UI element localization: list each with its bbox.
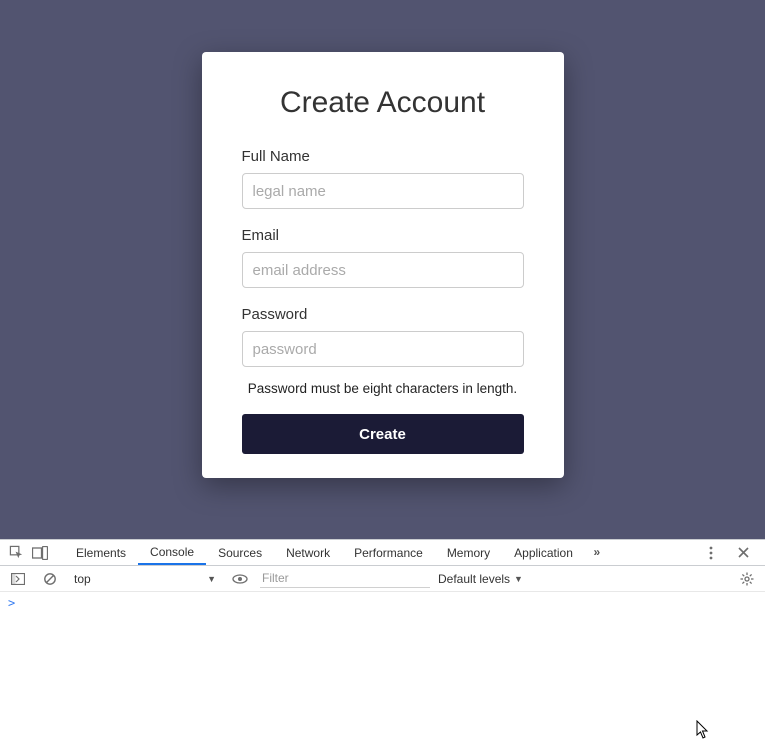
console-prompt-icon: >: [8, 596, 15, 610]
console-filter-input[interactable]: [260, 570, 430, 588]
clear-console-icon[interactable]: [38, 567, 62, 591]
app-viewport: Create Account Full Name Email Password …: [0, 0, 765, 539]
console-output[interactable]: >: [0, 592, 765, 614]
devtools-panel: Elements Console Sources Network Perform…: [0, 539, 765, 752]
chevron-down-icon: ▼: [207, 574, 216, 584]
more-tabs-icon[interactable]: »: [585, 540, 609, 564]
console-sidebar-toggle-icon[interactable]: [6, 567, 30, 591]
create-account-card: Create Account Full Name Email Password …: [202, 52, 564, 478]
devtools-tabs: Elements Console Sources Network Perform…: [64, 540, 699, 565]
tab-application[interactable]: Application: [502, 540, 585, 565]
password-label: Password: [242, 306, 524, 323]
console-toolbar: top ▼ Default levels ▼: [0, 566, 765, 592]
close-devtools-icon[interactable]: [731, 541, 755, 565]
fullname-field: Full Name: [242, 148, 524, 209]
tab-network[interactable]: Network: [274, 540, 342, 565]
tab-memory[interactable]: Memory: [435, 540, 502, 565]
chevron-down-icon: ▼: [514, 574, 523, 584]
console-settings-icon[interactable]: [735, 567, 759, 591]
email-field: Email: [242, 227, 524, 288]
device-toolbar-icon[interactable]: [28, 541, 52, 565]
log-levels-select[interactable]: Default levels ▼: [438, 572, 523, 586]
tab-performance[interactable]: Performance: [342, 540, 435, 565]
kebab-menu-icon[interactable]: [699, 541, 723, 565]
devtools-tabbar-right: [699, 541, 761, 565]
fullname-input[interactable]: [242, 173, 524, 209]
email-label: Email: [242, 227, 524, 244]
password-hint: Password must be eight characters in len…: [242, 381, 524, 396]
fullname-label: Full Name: [242, 148, 524, 165]
tab-console[interactable]: Console: [138, 540, 206, 565]
email-input[interactable]: [242, 252, 524, 288]
password-input[interactable]: [242, 331, 524, 367]
tab-sources[interactable]: Sources: [206, 540, 274, 565]
log-levels-label: Default levels: [438, 572, 510, 586]
execution-context-label: top: [74, 572, 91, 586]
devtools-tabbar: Elements Console Sources Network Perform…: [0, 540, 765, 566]
form-title: Create Account: [242, 86, 524, 120]
tab-elements[interactable]: Elements: [64, 540, 138, 565]
inspect-element-icon[interactable]: [4, 541, 28, 565]
execution-context-select[interactable]: top ▼: [70, 570, 220, 588]
live-expression-icon[interactable]: [228, 567, 252, 591]
create-button[interactable]: Create: [242, 414, 524, 454]
password-field: Password: [242, 306, 524, 367]
